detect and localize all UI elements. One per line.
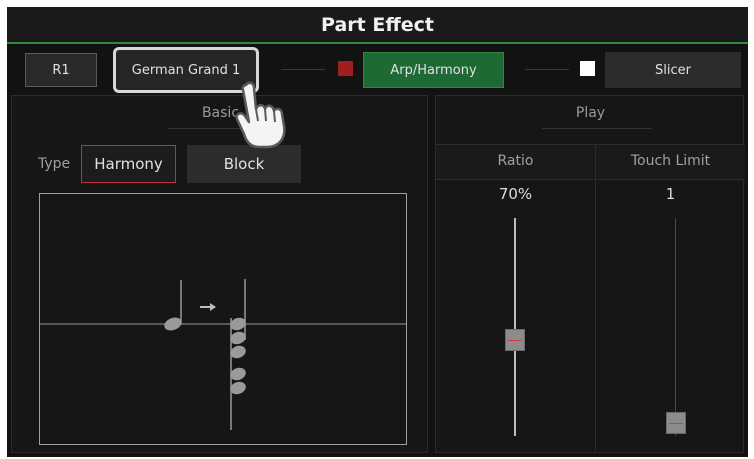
toolbar-divider [281,69,325,70]
ratio-slider-knob[interactable] [505,328,525,351]
touch-limit-value: 1 [665,185,676,203]
touch-limit-label: Touch Limit [630,153,711,169]
type-harmony-button[interactable]: Harmony [81,145,176,183]
play-panel: Play Ratio Touch Limit 70% 1 [435,95,745,453]
arp-indicator [338,61,353,76]
basic-panel: Basic Type Harmony Block [11,95,428,453]
touch-limit-slider-knob[interactable] [666,412,686,435]
slicer-indicator [580,61,595,76]
toolbar-divider [525,69,569,70]
ratio-label: Ratio [497,153,534,169]
part-effect-screen: Part Effect R1 German Grand 1 Arp/Harmon… [7,7,748,457]
ratio-value: 70% [498,185,533,203]
arp-harmony-button[interactable]: Arp/Harmony [363,52,504,88]
harmony-block-notation-icon [40,279,406,430]
basic-header: Basic [201,105,240,121]
type-label: Type [38,156,71,172]
page-title: Part Effect [7,7,748,44]
play-header: Play [575,105,606,121]
slicer-button[interactable]: Slicer [605,52,741,88]
pointing-hand-icon [235,81,286,149]
touch-limit-slider-track[interactable] [675,218,676,436]
play-header-underline [542,128,652,129]
notation-display [39,193,407,445]
part-button[interactable]: R1 [25,53,97,87]
ratio-slider-track[interactable] [514,218,516,436]
